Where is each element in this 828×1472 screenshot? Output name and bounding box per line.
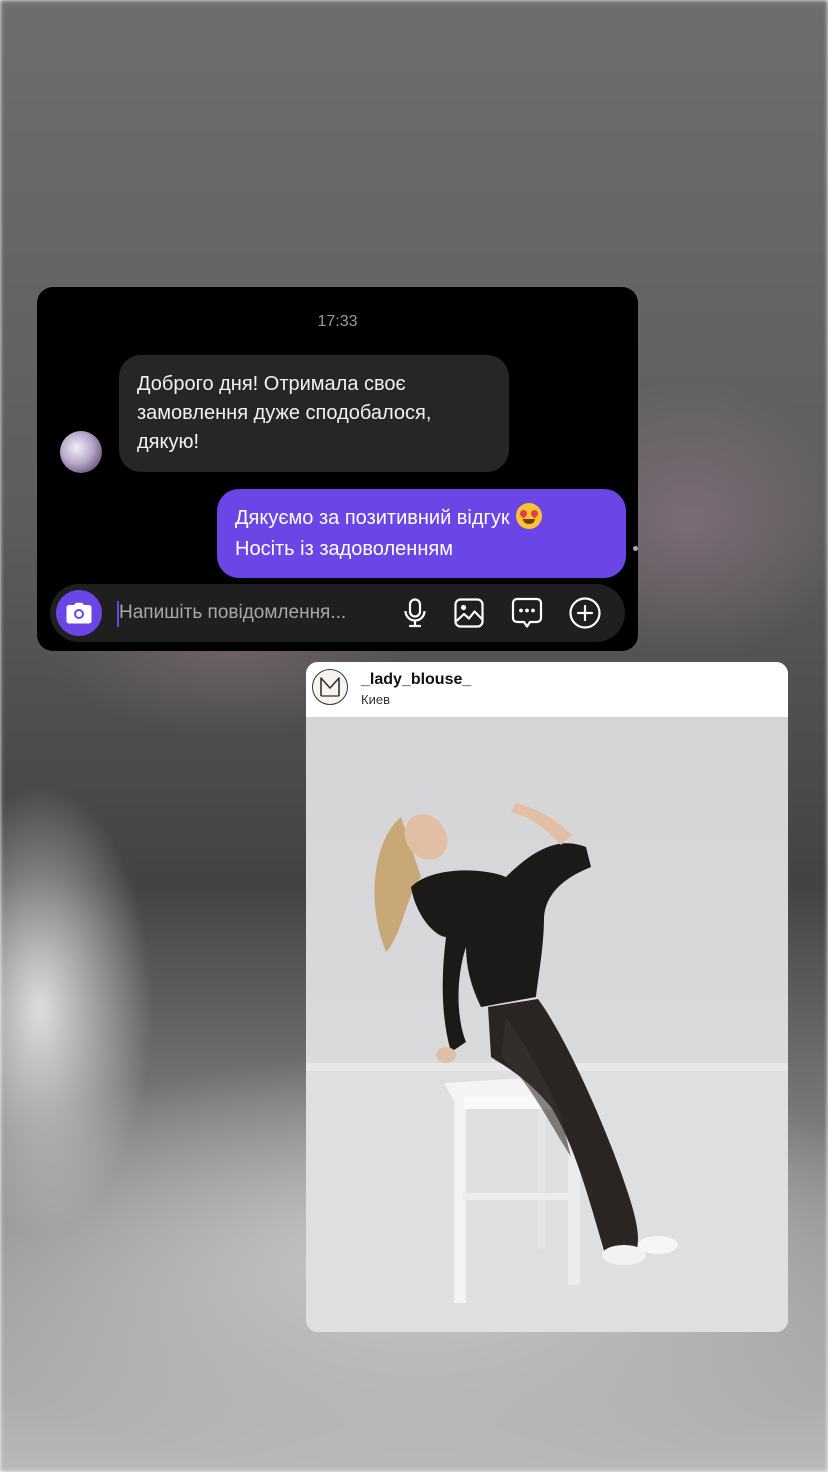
sender-avatar[interactable] [60,431,102,473]
message-timestamp: 17:33 [317,313,358,330]
camera-icon [66,602,92,624]
more-options-button[interactable] [569,597,601,629]
post-photo[interactable] [306,717,788,1332]
post-location[interactable]: Киев [361,692,390,707]
message-input[interactable] [119,598,389,628]
plus-circle-icon [569,597,601,629]
instagram-post-card: _lady_blouse_ Киев [306,662,788,1332]
gallery-button[interactable] [453,597,485,629]
post-username[interactable]: _lady_blouse_ [361,671,471,689]
incoming-message-bubble[interactable]: Доброго дня! Отримала своє замовлення ду… [119,355,509,472]
incoming-message-text: Доброго дня! Отримала своє замовлення ду… [137,373,432,453]
microphone-icon [404,598,426,628]
fashion-model-photo-illustration [306,803,788,1332]
profile-avatar[interactable] [312,669,348,705]
chat-screenshot: 17:33 Доброго дня! Отримала своє замовле… [37,287,638,651]
outgoing-message-line1: Дякуємо за позитивний відгук [235,507,510,529]
microphone-button[interactable] [399,597,431,629]
camera-button[interactable] [56,590,102,636]
sticker-button[interactable] [511,597,543,629]
message-composer [50,584,625,642]
sticker-icon [511,597,543,628]
outgoing-message-line2: Носіть із задоволенням [235,538,453,560]
gallery-icon [454,598,484,628]
heart-eyes-emoji-icon [515,503,542,529]
brand-logo-m-icon [320,677,340,697]
post-header: _lady_blouse_ Киев [306,662,788,717]
outgoing-message-bubble[interactable]: Дякуємо за позитивний відгук Носіть із з… [217,489,626,578]
seen-indicator [633,546,638,551]
